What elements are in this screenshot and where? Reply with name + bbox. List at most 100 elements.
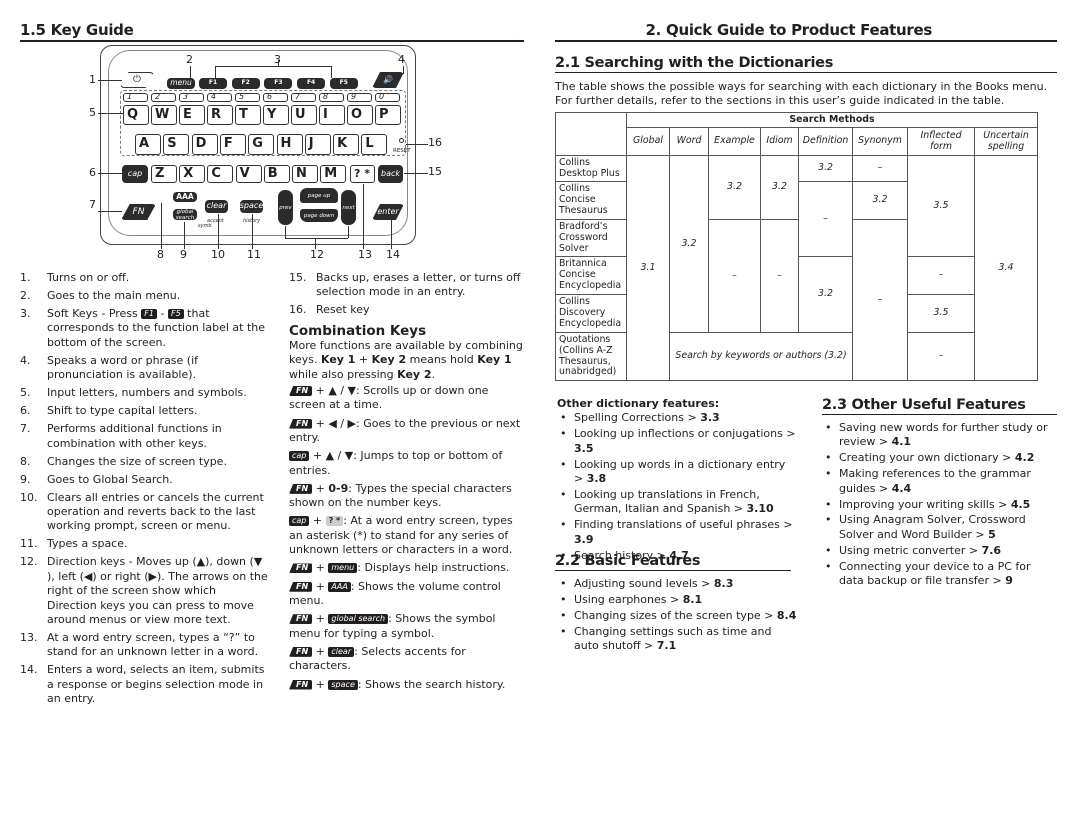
bold-reference: 4.2 (1014, 451, 1035, 465)
letter-key: K (333, 134, 360, 155)
bold-reference: 3.3 (700, 411, 720, 425)
bullet-text: Spelling Corrections > 3.3 (574, 411, 720, 425)
leader-line (403, 66, 404, 74)
function-key: F3 (264, 78, 293, 89)
leader-line (215, 66, 331, 67)
bold-reference: 9 (1005, 574, 1013, 588)
leader-line (285, 238, 348, 239)
text-segment: Changing sizes of the screen type > (574, 608, 777, 622)
clear-key: clear (205, 200, 228, 213)
column-header: Uncertain spelling (974, 127, 1038, 156)
item-text: Goes to the main menu. (47, 289, 268, 303)
text-segment: . (431, 367, 436, 381)
combination-entry: FN + menu: Displays help instructions. (289, 561, 525, 575)
letter-key: D (191, 134, 218, 155)
column-header: Idiom (760, 127, 799, 156)
text-segment: Using Anagram Solver, Crossword Solver a… (839, 513, 1026, 541)
text-segment: + (312, 561, 329, 575)
useful-features-title: 2.3 Other Useful Features (822, 397, 1026, 413)
text-segment: while also pressing (289, 367, 398, 381)
combination-entry: cap + ▲ / ▼: Jumps to top or bottom of e… (289, 449, 525, 478)
left-arrow-prev-key: prev (278, 190, 293, 225)
text-segment: Making references to the grammar guides … (839, 467, 1031, 495)
item-text: Performs additional functions in combina… (47, 422, 268, 451)
letter-key: N (292, 165, 318, 183)
leader-line (348, 226, 349, 238)
bullet-text: Using metric converter > 7.6 (839, 544, 1001, 558)
letter-key: H (276, 134, 303, 155)
table-cell: – (852, 155, 908, 182)
middle-column: 15. Backs up, erases a letter, or turns o… (289, 271, 525, 696)
page-down-key: page down (300, 209, 338, 222)
text-segment: + (312, 677, 329, 691)
list-item: 11. Types a space. (20, 537, 268, 551)
divider (555, 570, 791, 571)
text-segment: + (312, 612, 329, 626)
letter-key: X (179, 165, 206, 183)
item-text: Reset key (316, 303, 525, 317)
text-segment: Using metric converter > (839, 543, 982, 557)
bullet-text: Looking up inflections or conjugations >… (574, 427, 797, 456)
bold-reference: 4.4 (891, 481, 912, 495)
item-number: 9. (20, 472, 31, 486)
table-cell: 3.2 (798, 256, 853, 333)
text-segment: Reset key (316, 303, 370, 317)
bullet-item: • Using metric converter > 7.6 (822, 544, 1054, 558)
item-text: At a word entry screen, types a “?” to s… (47, 631, 268, 660)
table-cell: – (760, 219, 799, 333)
bold-reference: Key 2 (371, 353, 407, 367)
text-segment: Enters a word, selects an item, submits … (47, 663, 265, 706)
letter-key: B (263, 165, 290, 183)
text-segment: Input letters, numbers and symbols. (47, 386, 247, 400)
item-number: 1. (20, 271, 31, 284)
bold-reference: 0-9 (328, 481, 349, 495)
combination-entry: FN + global search: Shows the symbol men… (289, 612, 525, 641)
item-text: Speaks a word or phrase (if pronunciatio… (47, 354, 268, 383)
divider (822, 414, 1057, 415)
bold-reference: 8.4 (776, 608, 797, 622)
text-segment: Backs up, erases a letter, or turns off … (316, 271, 521, 299)
text-segment: Goes to Global Search. (47, 472, 173, 486)
text-segment: Adjusting sound levels > (574, 577, 714, 590)
row-label: Bradford’s Crossword Solver (555, 219, 627, 257)
list-item: 13. At a word entry screen, types a “?” t… (20, 631, 268, 660)
reset-label: RESET (393, 148, 411, 154)
bullet-item: • Improving your writing skills > 4.5 (822, 498, 1054, 512)
list-item: 10. Clears all entries or cancels the cur… (20, 491, 268, 534)
bullet-item: • Changing settings such as time and auto… (557, 625, 797, 654)
leader-line (98, 80, 122, 81)
text-segment: Shift to type capital letters. (47, 404, 198, 418)
item-number: 7. (20, 422, 31, 436)
item-text: Backs up, erases a letter, or turns off … (316, 271, 525, 300)
row-label: Britannica Concise Encyclopedia (555, 256, 627, 295)
fn-key-glyph: FN (289, 483, 313, 494)
bullet-text: Looking up words in a dictionary entry >… (574, 458, 797, 487)
item-number: 8. (20, 454, 31, 468)
bold-reference: 8.3 (713, 577, 734, 590)
bold-reference: 7.1 (656, 639, 677, 653)
letter-key: P (375, 105, 401, 125)
number-key: 3 (179, 92, 204, 102)
bold-reference: 5 (988, 527, 996, 541)
leader-line (190, 66, 191, 79)
item-number: 13. (20, 631, 38, 645)
table-cell: – (708, 219, 761, 333)
combination-entry: FN + space: Shows the search history. (289, 678, 525, 692)
text-segment: Looking up translations in French, Germa… (574, 487, 760, 516)
letter-key: M (320, 165, 347, 183)
bullet-text: Creating your own dictionary > 4.2 (839, 451, 1034, 465)
fn-key-glyph: FN (289, 581, 313, 592)
other-features-list: • Spelling Corrections > 3.3 • Looking up i… (557, 411, 797, 563)
callout-number: 14 (386, 248, 400, 261)
bullet-item: • Using earphones > 8.1 (557, 593, 797, 607)
text-segment: Looking up inflections or conjugations > (574, 427, 796, 441)
row-label: Collins Concise Thesaurus (555, 181, 627, 220)
key-glyph: cap (289, 516, 310, 527)
callout-number: 16 (428, 136, 442, 149)
table-cell: 3.2 (760, 155, 799, 220)
combination-entry: cap + ? *: At a word entry screen, types… (289, 514, 525, 557)
search-methods-table: Search Methods Global Word Example Idiom Def… (555, 112, 1038, 381)
text-segment: + ◀ / ▶: Goes to the previous or next en… (289, 416, 521, 445)
column-header: Global (626, 127, 670, 156)
text-segment: + ▲ / ▼: Scrolls up or down one screen a… (289, 384, 489, 412)
